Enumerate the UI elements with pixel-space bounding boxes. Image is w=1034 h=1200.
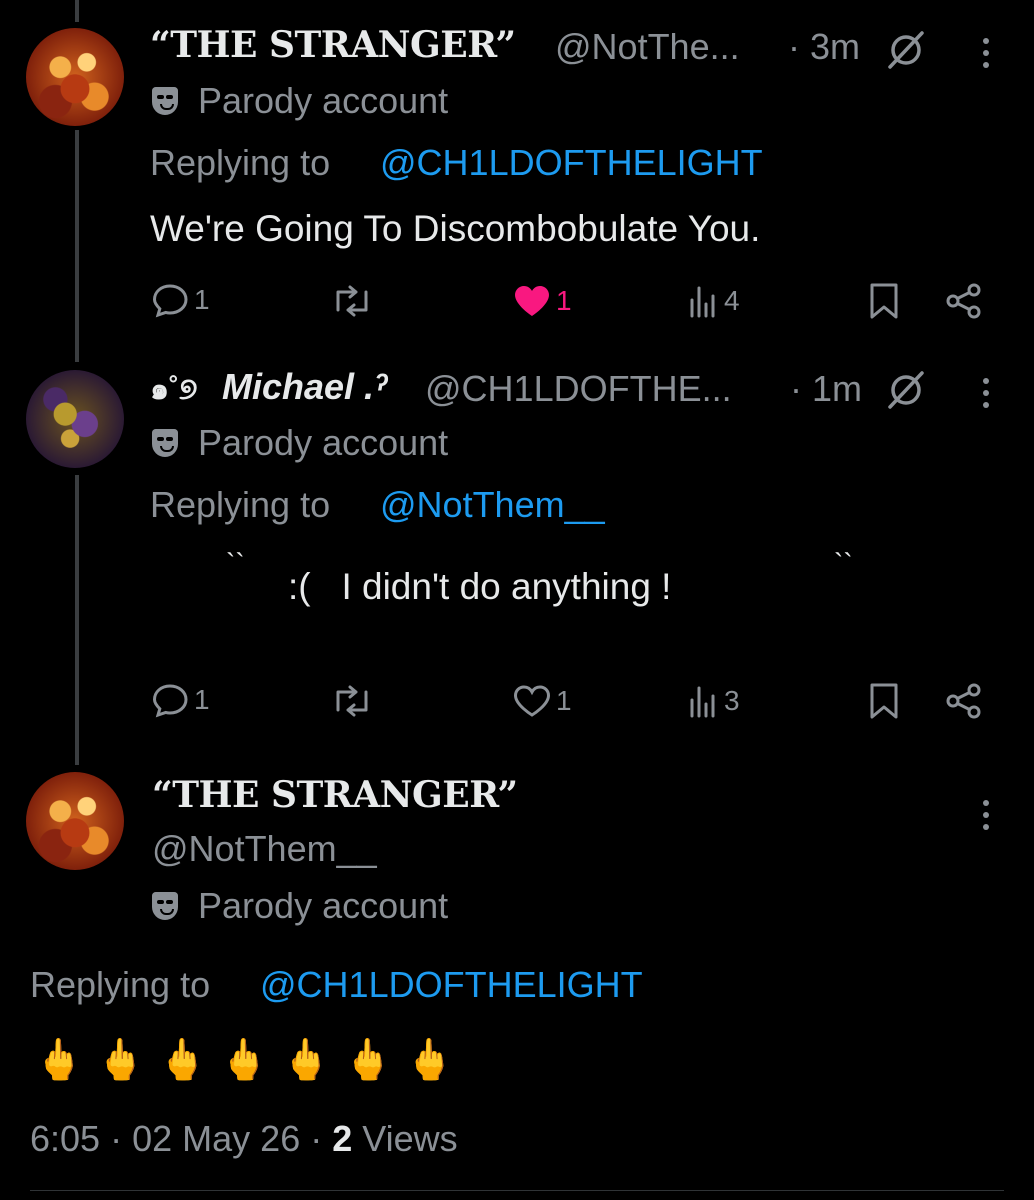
avatar[interactable] <box>26 772 124 870</box>
replying-to-link[interactable]: @CH1LDOFTHELIGHT <box>380 142 763 184</box>
tweet-text-quote-left: `` <box>226 548 245 579</box>
views-icon <box>690 286 715 318</box>
retweet-icon <box>336 685 368 717</box>
share-icon <box>946 683 981 719</box>
grok-slash-icon[interactable] <box>884 370 928 410</box>
views-icon <box>690 686 715 718</box>
more-options-icon[interactable] <box>982 38 990 74</box>
handle[interactable]: @NotThem__ <box>152 828 377 870</box>
tweet-emojis: 🖕🖕🖕🖕🖕🖕🖕 <box>34 1038 467 1082</box>
parody-badge: Parody account <box>198 80 449 121</box>
parody-mask-icon <box>152 87 178 115</box>
retweet-button[interactable] <box>330 284 374 318</box>
timestamp[interactable]: · 3m <box>788 26 860 68</box>
reply-icon <box>152 684 188 718</box>
meta-separator: · <box>310 1118 323 1159</box>
handle[interactable]: @NotThe... <box>555 26 740 68</box>
bookmark-icon <box>870 283 898 319</box>
tweet-text: :( I didn't do anything ! <box>288 566 672 607</box>
tweet-text: We're Going To Discombobulate You. <box>150 208 761 249</box>
replying-to-link[interactable]: @CH1LDOFTHELIGHT <box>260 964 643 1006</box>
avatar[interactable] <box>26 370 124 468</box>
grok-slash-icon[interactable] <box>884 30 928 70</box>
reply-button[interactable]: 1 <box>152 282 210 318</box>
parody-mask-icon <box>152 429 178 457</box>
views-count[interactable]: 2 <box>332 1118 352 1159</box>
timestamp[interactable]: · 1m <box>790 368 862 410</box>
reply-icon <box>152 284 188 318</box>
share-icon <box>946 283 981 319</box>
views-label: Views <box>362 1118 458 1159</box>
thread-line-2 <box>75 475 79 765</box>
like-count: 1 <box>556 685 572 716</box>
retweet-icon <box>336 285 368 317</box>
meta-separator: · <box>110 1118 123 1159</box>
tweet-text-quote-right: `` <box>834 548 853 579</box>
heart-filled-icon <box>515 286 549 316</box>
replying-to-label: Replying to <box>150 484 331 525</box>
views-count: 4 <box>724 285 740 316</box>
replying-to-label: Replying to <box>150 142 331 183</box>
display-name-emoji: ๑˚୭ <box>150 373 198 406</box>
display-name[interactable]: Michael .ˀ <box>222 366 388 408</box>
bookmark-icon <box>870 683 898 719</box>
bookmark-button[interactable] <box>868 682 900 720</box>
divider <box>30 1190 1004 1191</box>
tweet-meta: 6:05 · 02 May 26 · 2 Views <box>30 1118 458 1160</box>
views-button[interactable]: 4 <box>688 284 740 318</box>
avatar[interactable] <box>26 28 124 126</box>
display-name[interactable]: “THE STRANGER” <box>152 774 518 816</box>
tweet-date[interactable]: 02 May 26 <box>132 1118 300 1159</box>
share-button[interactable] <box>944 282 984 320</box>
like-button[interactable]: 1 <box>512 284 572 318</box>
more-options-icon[interactable] <box>982 800 990 836</box>
tweet-time[interactable]: 6:05 <box>30 1118 100 1159</box>
heart-outline-icon <box>513 685 551 717</box>
more-options-icon[interactable] <box>982 378 990 414</box>
reply-button[interactable]: 1 <box>152 682 210 718</box>
reply-count: 1 <box>194 284 210 315</box>
bookmark-button[interactable] <box>868 282 900 320</box>
thread-line-1 <box>75 130 79 362</box>
replying-to-link[interactable]: @NotThem__ <box>380 484 605 526</box>
handle[interactable]: @CH1LDOFTHE... <box>425 368 732 410</box>
parody-badge: Parody account <box>198 885 449 926</box>
replying-to-label: Replying to <box>30 964 211 1005</box>
like-count: 1 <box>556 285 572 316</box>
like-button[interactable]: 1 <box>512 684 572 718</box>
display-name[interactable]: “THE STRANGER” <box>150 24 516 66</box>
parody-badge: Parody account <box>198 422 449 463</box>
parody-mask-icon <box>152 892 178 920</box>
views-button[interactable]: 3 <box>688 684 740 718</box>
thread-line-top <box>75 0 79 22</box>
share-button[interactable] <box>944 682 984 720</box>
views-count: 3 <box>724 685 740 716</box>
retweet-button[interactable] <box>330 684 374 718</box>
reply-count: 1 <box>194 684 210 715</box>
